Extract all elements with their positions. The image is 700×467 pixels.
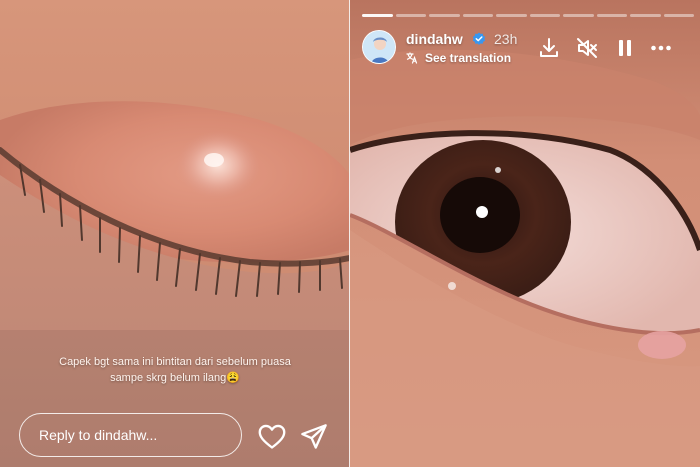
send-icon[interactable] (300, 423, 328, 451)
progress-segment (395, 14, 426, 17)
progress-segment (529, 14, 560, 17)
open-eye-photo (350, 0, 700, 467)
progress-segment (563, 14, 594, 17)
translate-icon (406, 52, 418, 64)
see-translation-label: See translation (425, 51, 512, 65)
caption-line: sampe skrg belum ilang😩 (110, 372, 240, 384)
avatar-image (363, 31, 395, 63)
download-icon[interactable] (537, 36, 561, 60)
reply-placeholder: Reply to dindahw... (39, 427, 158, 443)
more-options-icon[interactable] (649, 36, 673, 60)
caption-line: Capek bgt sama ini bintitan dari sebelum… (59, 356, 291, 368)
username[interactable]: dindahw (406, 31, 463, 47)
story-header: dindahw 23h See translation (362, 30, 692, 70)
progress-segment (596, 14, 627, 17)
progress-segment (663, 14, 694, 17)
progress-segment (496, 14, 527, 17)
reply-input[interactable]: Reply to dindahw... (19, 413, 242, 457)
pause-icon[interactable] (613, 36, 637, 60)
progress-segment (429, 14, 460, 17)
progress-segment (362, 14, 393, 17)
story-left[interactable]: Capek bgt sama ini bintitan dari sebelum… (0, 0, 350, 467)
story-progress-bar (362, 14, 694, 17)
heart-icon[interactable] (258, 424, 286, 450)
instagram-stories-collage: Capek bgt sama ini bintitan dari sebelum… (0, 0, 700, 467)
avatar[interactable] (362, 30, 396, 64)
story-right[interactable]: dindahw 23h See translation (350, 0, 700, 467)
verified-badge-icon (472, 32, 486, 45)
timestamp: 23h (494, 31, 518, 47)
progress-segment (462, 14, 493, 17)
story-caption: Capek bgt sama ini bintitan dari sebelum… (20, 354, 330, 386)
closed-eyelid-photo (0, 0, 350, 467)
progress-segment (630, 14, 661, 17)
muted-speaker-icon[interactable] (575, 36, 599, 60)
